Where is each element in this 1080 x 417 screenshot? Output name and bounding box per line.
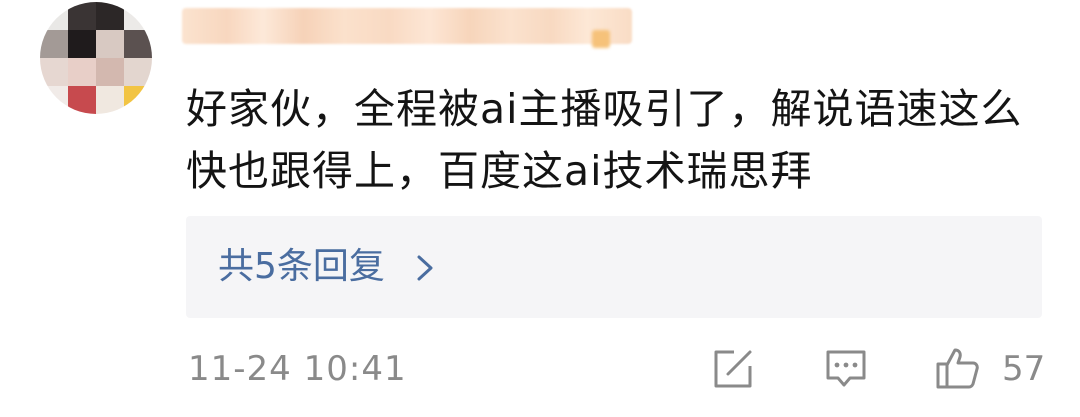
timestamp: 11-24 10:41 <box>188 349 407 389</box>
username-blurred[interactable] <box>182 8 632 44</box>
comment-icon[interactable] <box>822 344 870 392</box>
chevron-right-icon <box>417 255 433 281</box>
avatar[interactable] <box>40 2 152 114</box>
comment-text: 好家伙，全程被ai主播吸引了，解说语速这么快也跟得上，百度这ai技术瑞思拜 <box>186 85 1023 195</box>
view-replies-button[interactable]: 共5条回复 <box>186 216 1042 318</box>
share-edit-icon[interactable] <box>708 344 756 392</box>
like-count: 57 <box>1002 349 1046 389</box>
thumbs-up-icon[interactable] <box>934 344 982 392</box>
user-badge-icon <box>592 30 610 48</box>
replies-label: 共5条回复 <box>218 246 385 287</box>
comment-card: 好家伙，全程被ai主播吸引了，解说语速这么快也跟得上，百度这ai技术瑞思拜 共5… <box>0 0 1080 417</box>
